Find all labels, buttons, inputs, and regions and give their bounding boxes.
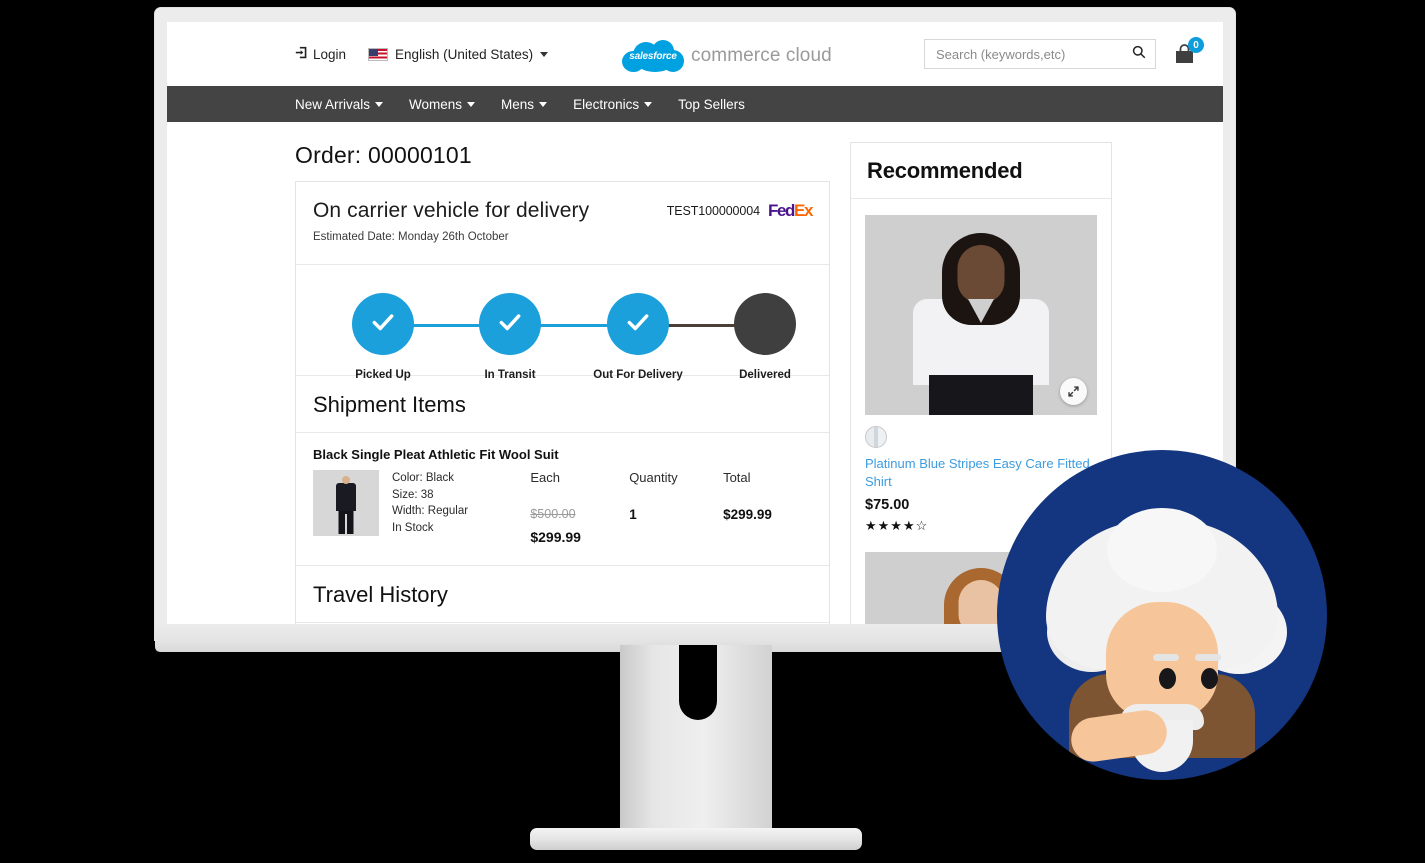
fedex-ex-text: Ex	[794, 201, 813, 220]
chevron-down-icon	[540, 51, 549, 57]
chevron-down-icon	[467, 101, 476, 107]
cart-count-badge: 0	[1188, 37, 1204, 53]
tracker-step-in-transit: In Transit	[479, 293, 541, 381]
nav-label: Top Sellers	[678, 96, 745, 112]
expand-icon[interactable]	[1060, 378, 1087, 405]
tracker-step-circle	[607, 293, 669, 355]
product-image[interactable]	[865, 215, 1097, 415]
shipment-card: On carrier vehicle for delivery Estimate…	[295, 181, 830, 640]
nav-label: Womens	[409, 96, 463, 112]
login-label: Login	[313, 46, 347, 62]
product-name: Black Single Pleat Athletic Fit Wool Sui…	[313, 447, 559, 462]
tracker-rail: Picked Up In Transit Out For Delivery De…	[324, 293, 801, 381]
utility-left-group: Login English (United States)	[167, 46, 549, 62]
tracking-number: TEST100000004	[666, 204, 760, 218]
check-icon	[370, 309, 396, 340]
estimated-date: Estimated Date: Monday 26th October	[313, 231, 509, 243]
sale-price: $299.99	[530, 529, 581, 545]
screenshot-stage: Login English (United States) salesforce…	[0, 0, 1425, 863]
nav-label: New Arrivals	[295, 96, 371, 112]
column-header-total: Total	[723, 470, 751, 485]
sign-in-icon	[295, 46, 308, 62]
attribute-availability: In Stock	[392, 522, 434, 535]
salesforce-wordmark: salesforce	[629, 50, 677, 62]
attribute-color: Color: Black	[392, 472, 454, 484]
nav-item-womens[interactable]: Womens	[409, 96, 476, 112]
tracker-step-delivered: Delivered	[734, 293, 796, 381]
check-icon	[625, 309, 651, 340]
tracker-step-circle	[734, 293, 796, 355]
page-title: Order: 00000101	[295, 142, 472, 168]
shipment-items-title: Shipment Items	[313, 392, 466, 417]
product-thumbnail[interactable]	[313, 470, 379, 536]
shipment-status-header: On carrier vehicle for delivery Estimate…	[296, 182, 829, 264]
einstein-avatar	[997, 450, 1327, 780]
shipment-item: Black Single Pleat Athletic Fit Wool Sui…	[296, 433, 829, 565]
us-flag-icon	[368, 47, 389, 61]
product-row: Color: Black Size: 38 Width: Regular In …	[313, 470, 812, 545]
tracker-step-label: Out For Delivery	[593, 369, 683, 381]
monitor-stand-notch	[679, 645, 717, 720]
total-column: Total $299.99	[723, 470, 812, 522]
recommended-title: Recommended	[867, 158, 1023, 183]
tracking-info: TEST100000004 FedEx	[666, 201, 814, 221]
main-navigation: New Arrivals Womens Mens Electronics Top…	[167, 86, 1223, 122]
salesforce-cloud-icon: salesforce	[622, 40, 684, 72]
search-box[interactable]	[924, 39, 1156, 69]
locale-selector[interactable]: English (United States)	[368, 46, 549, 62]
monitor-stand-base	[530, 828, 862, 850]
chevron-down-icon	[539, 101, 548, 107]
product-attributes: Color: Black Size: 38 Width: Regular In …	[392, 470, 530, 537]
login-link[interactable]: Login	[295, 46, 346, 62]
utility-bar: Login English (United States) salesforce…	[167, 22, 1223, 86]
chevron-down-icon	[375, 101, 384, 107]
einstein-inner	[1019, 472, 1305, 772]
fedex-fed-text: Fed	[767, 201, 795, 220]
color-swatch[interactable]	[865, 426, 887, 448]
attribute-width: Width: Regular	[392, 505, 469, 518]
total-value: $299.99	[723, 507, 772, 522]
quantity-column: Quantity 1	[629, 470, 723, 522]
nav-item-new-arrivals[interactable]: New Arrivals	[295, 96, 384, 112]
column-header-each: Each	[530, 470, 560, 485]
column-header-quantity: Quantity	[629, 470, 678, 485]
search-input[interactable]	[936, 46, 1132, 62]
tracker-step-label: In Transit	[484, 369, 536, 381]
attribute-size: Size: 38	[392, 488, 434, 501]
tracker-step-circle	[479, 293, 541, 355]
cart-button[interactable]: 0	[1172, 37, 1204, 65]
travel-history-title: Travel History	[313, 582, 448, 607]
tracker-step-label: Picked Up	[355, 369, 411, 381]
tracker-step-label: Delivered	[739, 369, 791, 381]
nav-item-electronics[interactable]: Electronics	[573, 96, 653, 112]
quantity-value: 1	[629, 507, 637, 522]
utility-right-group: 0	[924, 37, 1213, 69]
search-icon[interactable]	[1132, 45, 1146, 64]
recommended-header: Recommended	[851, 143, 1111, 198]
order-column: Order: 00000101 On carrier vehicle for d…	[295, 142, 830, 640]
tracker-step-picked-up: Picked Up	[352, 293, 414, 381]
nav-label: Mens	[501, 96, 535, 112]
nav-label: Electronics	[573, 96, 640, 112]
shipment-items-header: Shipment Items	[296, 376, 829, 432]
locale-label: English (United States)	[395, 46, 534, 62]
travel-history-header: Travel History	[296, 566, 829, 622]
nav-item-top-sellers[interactable]: Top Sellers	[678, 97, 745, 112]
check-icon	[497, 309, 523, 340]
price-each-column: Each $500.00 $299.99	[530, 470, 629, 545]
nav-item-mens[interactable]: Mens	[501, 96, 548, 112]
shipment-tracker: Picked Up In Transit Out For Delivery De…	[296, 265, 829, 381]
original-price: $500.00	[530, 507, 576, 521]
brand-logo[interactable]: salesforce commerce cloud	[622, 40, 832, 72]
fedex-logo: FedEx	[767, 201, 813, 221]
tracker-step-circle	[352, 293, 414, 355]
brand-text: commerce cloud	[691, 45, 832, 66]
chevron-down-icon	[644, 101, 653, 107]
tracker-step-out-for-delivery: Out For Delivery	[593, 293, 683, 381]
